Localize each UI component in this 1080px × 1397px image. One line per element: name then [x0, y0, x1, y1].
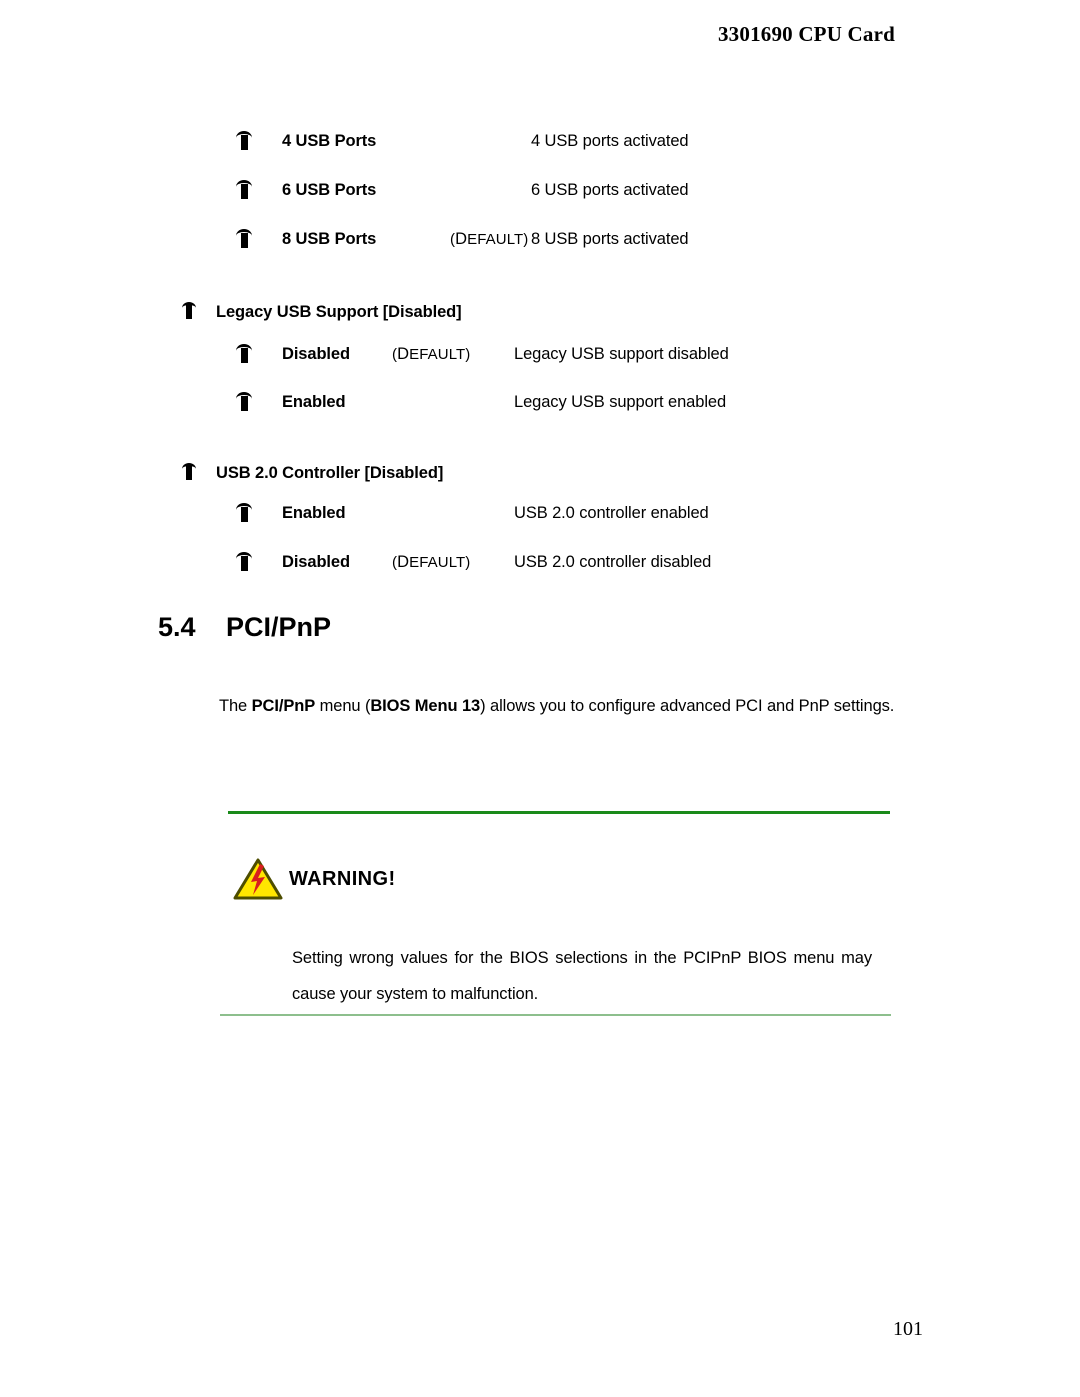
setting-group-usb20-controller: USB 2.0 Controller [Disabled]	[182, 463, 443, 483]
bullet-pointer-icon	[236, 392, 252, 414]
option-name: Enabled	[282, 504, 346, 522]
bullet-pointer-icon	[182, 302, 196, 322]
document-page: 3301690 CPU Card 4 USB Ports 4 USB ports…	[0, 0, 1080, 1397]
option-description: 6 USB ports activated	[531, 181, 689, 199]
option-row-usb20-enabled: Enabled USB 2.0 controller enabled	[236, 503, 709, 525]
section-paragraph: The PCI/PnP menu (BIOS Menu 13) allows y…	[219, 688, 912, 724]
option-name: 8 USB Ports	[282, 230, 377, 248]
option-name: Disabled	[282, 345, 350, 363]
paragraph-bold-pcipnp: PCI/PnP	[251, 696, 316, 715]
option-description: USB 2.0 controller disabled	[514, 553, 712, 571]
bullet-pointer-icon	[236, 344, 252, 366]
option-description: 8 USB ports activated	[531, 230, 689, 248]
bullet-pointer-icon	[236, 180, 252, 202]
setting-group-label: USB 2.0 Controller [Disabled]	[216, 464, 444, 482]
option-name: 6 USB Ports	[282, 181, 377, 199]
bullet-pointer-icon	[236, 503, 252, 525]
bullet-pointer-icon	[236, 552, 252, 574]
warning-title: WARNING!	[289, 867, 396, 890]
option-row-4-usb-ports: 4 USB Ports 4 USB ports activated	[236, 131, 689, 153]
warning-body-text: Setting wrong values for the BIOS select…	[292, 948, 872, 1003]
option-name: Disabled	[282, 553, 350, 571]
option-row-6-usb-ports: 6 USB Ports 6 USB ports activated	[236, 180, 689, 202]
warning-header: WARNING!	[233, 857, 396, 901]
option-row-legacy-usb-enabled: Enabled Legacy USB support enabled	[236, 392, 726, 414]
setting-group-label: Legacy USB Support [Disabled]	[216, 303, 462, 321]
bullet-pointer-icon	[236, 229, 252, 251]
paragraph-bold-bios-menu: BIOS Menu 13	[370, 696, 481, 715]
paragraph-part-3: ) allows you to configure advanced PCI a…	[480, 696, 895, 715]
paragraph-part-1: The	[219, 696, 252, 715]
warning-triangle-icon	[233, 858, 283, 900]
page-number: 101	[893, 1318, 923, 1340]
option-name: Enabled	[282, 393, 346, 411]
option-name: 4 USB Ports	[282, 132, 377, 150]
option-row-legacy-usb-disabled: Disabled (DEFAULT) Legacy USB support di…	[236, 344, 729, 366]
bullet-pointer-icon	[182, 463, 196, 483]
option-default-tag: (DEFAULT)	[392, 345, 471, 363]
section-heading: 5.4 PCI/PnP	[158, 612, 331, 643]
option-default-tag: (DEFAULT)	[392, 553, 471, 571]
bullet-pointer-icon	[236, 131, 252, 153]
running-header-title: 3301690 CPU Card	[717, 22, 895, 46]
option-description: 4 USB ports activated	[531, 132, 689, 150]
section-title: PCI/PnP	[226, 612, 332, 642]
option-row-usb20-disabled: Disabled (DEFAULT) USB 2.0 controller di…	[236, 552, 711, 574]
paragraph-part-2: menu (	[315, 696, 371, 715]
option-default-tag: (DEFAULT)	[450, 230, 529, 248]
setting-group-legacy-usb-support: Legacy USB Support [Disabled]	[182, 302, 462, 322]
warning-rule-top	[228, 811, 890, 814]
warning-rule-bottom	[220, 1014, 891, 1016]
option-row-8-usb-ports: 8 USB Ports (DEFAULT) 8 USB ports activa…	[236, 229, 689, 251]
option-description: Legacy USB support enabled	[514, 393, 727, 411]
option-description: USB 2.0 controller enabled	[514, 504, 709, 522]
section-number: 5.4	[158, 612, 196, 642]
option-description: Legacy USB support disabled	[514, 345, 729, 363]
